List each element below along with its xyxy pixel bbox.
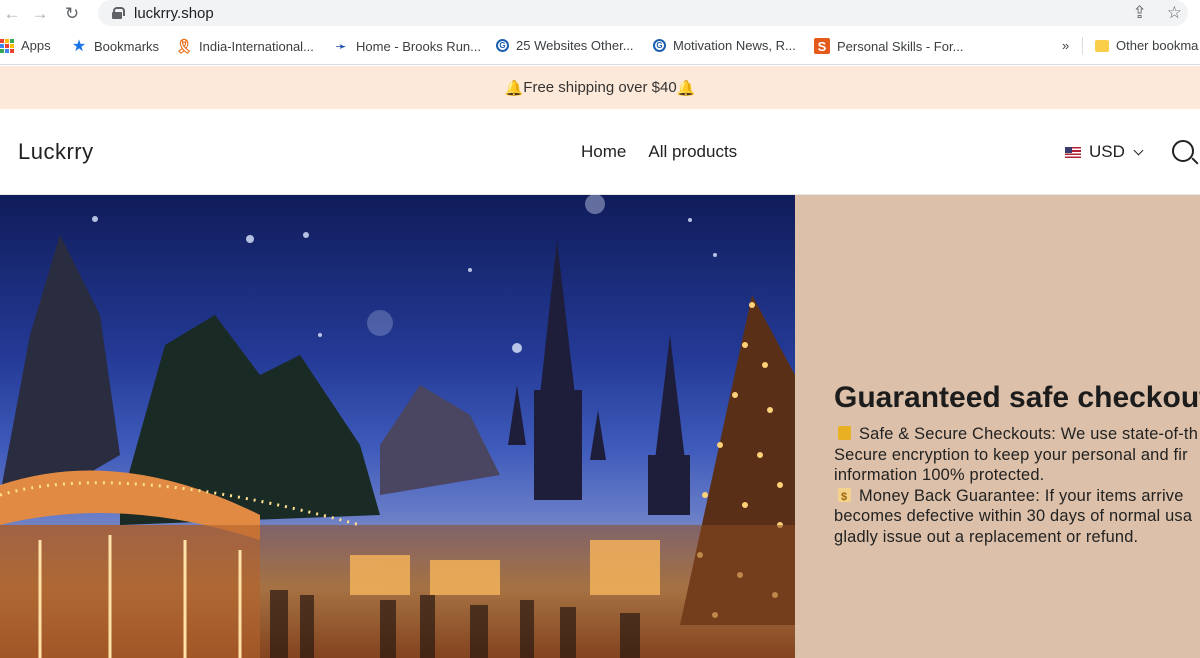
circle-logo-icon: G (653, 39, 666, 52)
search-icon[interactable] (1172, 140, 1194, 162)
bookmark-personal-skills[interactable]: S Personal Skills - For... (814, 38, 963, 54)
bell-icon: 🔔 (504, 79, 524, 97)
money-bag-icon (838, 487, 851, 507)
hero-title: Guaranteed safe checkout (834, 381, 1200, 414)
s-logo-icon: S (814, 38, 830, 54)
bookmark-label: Personal Skills - For... (837, 38, 964, 54)
bookmark-india-international[interactable]: 🎗 India-International... (175, 37, 314, 54)
star-icon: ★ (71, 38, 87, 55)
bookmarks-divider (1082, 37, 1083, 55)
nav-all-products-link[interactable]: All products (648, 142, 737, 162)
bookmark-bookmarks[interactable]: ★ Bookmarks (71, 38, 160, 55)
bookmark-label: Bookmarks (94, 38, 160, 54)
hero-body-text: Safe & Secure Checkouts: We use state-of… (859, 425, 1199, 443)
folder-icon (1095, 39, 1109, 52)
bookmark-label: 25 Websites Other... (516, 38, 634, 53)
address-bar[interactable]: luckrry.shop ⇪ ☆ (98, 0, 1188, 26)
other-bookmarks-label: Other bookma (1116, 38, 1199, 53)
bookmark-25-websites[interactable]: G 25 Websites Other... (496, 38, 634, 53)
hero-body-line: Safe & Secure Checkouts: We use state-of… (834, 424, 1200, 445)
bookmark-label: Motivation News, R... (673, 38, 796, 53)
other-bookmarks-folder[interactable]: Other bookma (1095, 38, 1198, 53)
forward-arrow-icon[interactable]: → (28, 2, 52, 26)
share-icon[interactable]: ⇪ (1133, 3, 1147, 23)
currency-label: USD (1089, 142, 1125, 161)
url-text[interactable]: luckrry.shop (134, 5, 214, 22)
bookmark-star-icon[interactable]: ☆ (1167, 3, 1182, 23)
browser-toolbar: ← → ↻ luckrry.shop ⇪ ☆ (0, 0, 1200, 27)
lock-icon (838, 426, 851, 440)
hero-body-line: Money Back Guarantee: If your items arri… (834, 486, 1200, 507)
hero-body-line: Secure encryption to keep your personal … (834, 445, 1188, 464)
ribbon-icon: 🎗 (175, 37, 193, 54)
bookmark-brooks-running[interactable]: ➛ Home - Brooks Run... (333, 38, 481, 54)
hero-body-text: Money Back Guarantee: If your items arri… (859, 486, 1184, 505)
bell-icon: 🔔 (676, 79, 696, 97)
apps-grid-icon (0, 38, 14, 53)
nav-home-link[interactable]: Home (581, 142, 626, 162)
brooks-icon: ➛ (335, 37, 347, 54)
bookmark-apps[interactable]: Apps (0, 38, 51, 53)
bookmark-label: India-International... (199, 38, 314, 54)
currency-selector[interactable]: USD (1065, 142, 1144, 162)
bookmark-label: Home - Brooks Run... (356, 38, 481, 54)
bookmark-label: Apps (21, 38, 51, 53)
bookmarks-bar: Apps ★ Bookmarks 🎗 India-International..… (0, 27, 1200, 65)
hero-image (0, 195, 795, 658)
announcement-bar: 🔔 Free shipping over $40 🔔 (0, 66, 1200, 109)
back-arrow-icon[interactable]: ← (0, 2, 24, 26)
announcement-text: Free shipping over $40 (523, 79, 677, 96)
store-header: Luckrry Home All products USD (0, 109, 1200, 195)
lock-icon[interactable] (112, 7, 125, 19)
reload-icon[interactable]: ↻ (60, 2, 84, 26)
store-logo[interactable]: Luckrry (18, 139, 94, 165)
circle-logo-icon: G (496, 39, 509, 52)
chevron-double-right-icon: » (1062, 38, 1070, 53)
hero-body: Safe & Secure Checkouts: We use state-of… (834, 424, 1200, 547)
bookmarks-overflow-button[interactable]: » (1062, 38, 1069, 53)
main-nav: Home All products (581, 142, 737, 162)
bookmark-motivation-news[interactable]: G Motivation News, R... (653, 38, 796, 53)
hero-body-line: information 100% protected. (834, 466, 1045, 484)
hero-body-line: gladly issue out a replacement or refund… (834, 527, 1139, 546)
us-flag-icon (1065, 146, 1081, 158)
hero-body-line: becomes defective within 30 days of norm… (834, 507, 1193, 525)
hero-banner: Guaranteed safe checkout Safe & Secure C… (0, 195, 1200, 658)
hero-text-panel: Guaranteed safe checkout Safe & Secure C… (795, 195, 1200, 658)
chevron-down-icon (1133, 145, 1144, 155)
